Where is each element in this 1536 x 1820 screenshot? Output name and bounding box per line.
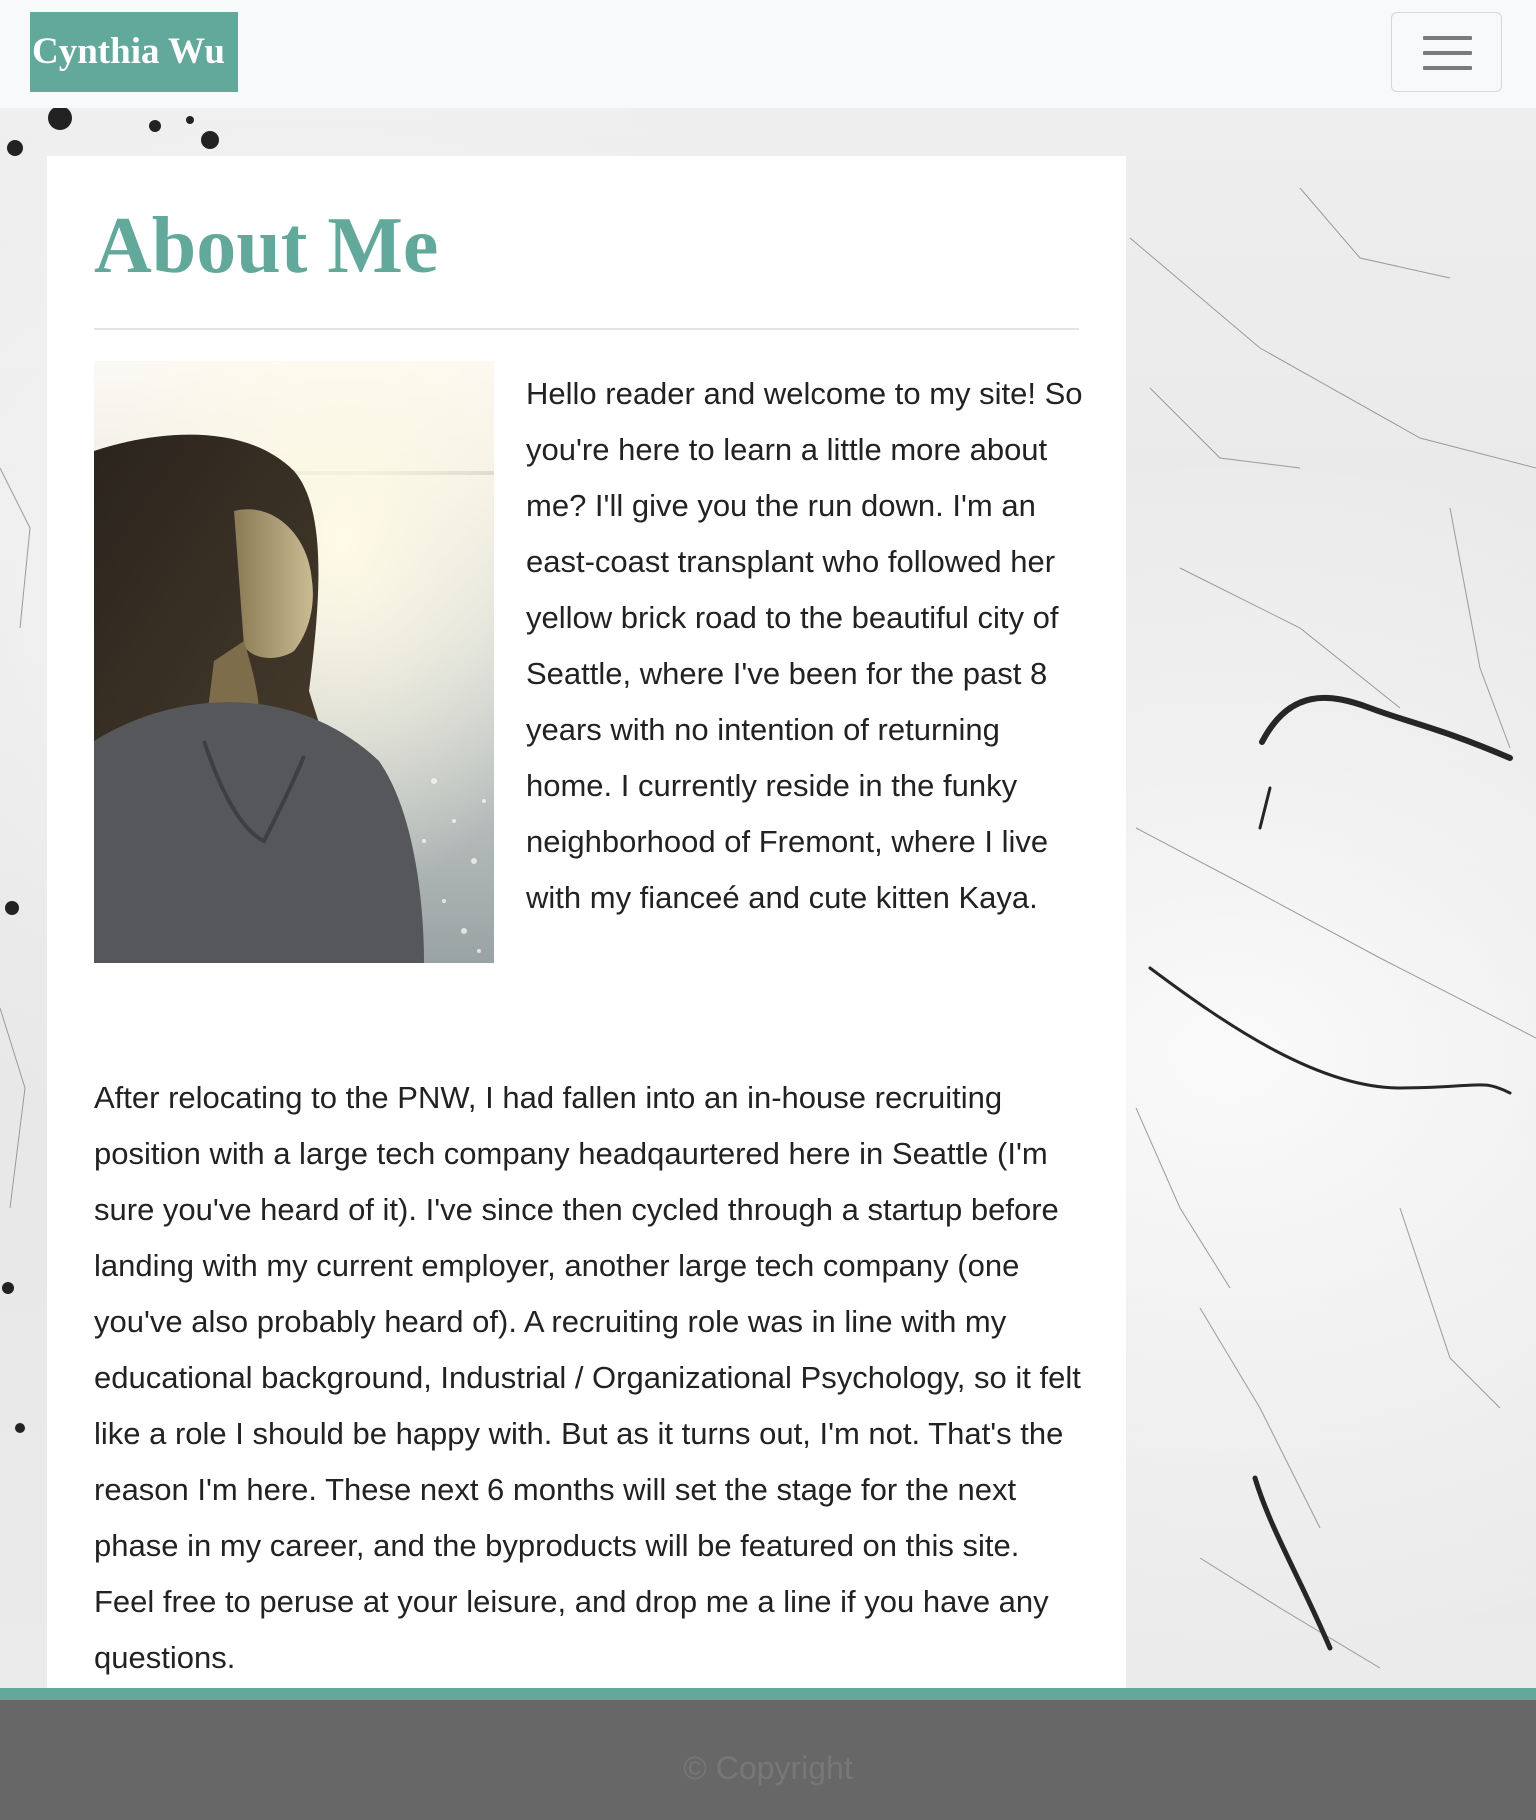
intro-paragraph: Hello reader and welcome to my site! So … bbox=[526, 376, 1083, 915]
copyright-text: © Copyright bbox=[683, 1750, 853, 1786]
background-texture: About Me Hello reader and welcome to my … bbox=[0, 108, 1536, 1688]
brand-logo-link[interactable]: Cynthia Wu bbox=[30, 12, 238, 92]
profile-photo bbox=[94, 361, 494, 963]
title-divider bbox=[94, 328, 1079, 330]
navbar-toggle-button[interactable] bbox=[1391, 12, 1502, 92]
footer-accent-bar bbox=[0, 1688, 1536, 1700]
page-title: About Me bbox=[94, 202, 439, 290]
footer: © Copyright bbox=[0, 1700, 1536, 1820]
career-paragraph: After relocating to the PNW, I had falle… bbox=[94, 1080, 1081, 1675]
navbar: Cynthia Wu bbox=[0, 0, 1536, 108]
about-card: About Me Hello reader and welcome to my … bbox=[47, 156, 1126, 1688]
